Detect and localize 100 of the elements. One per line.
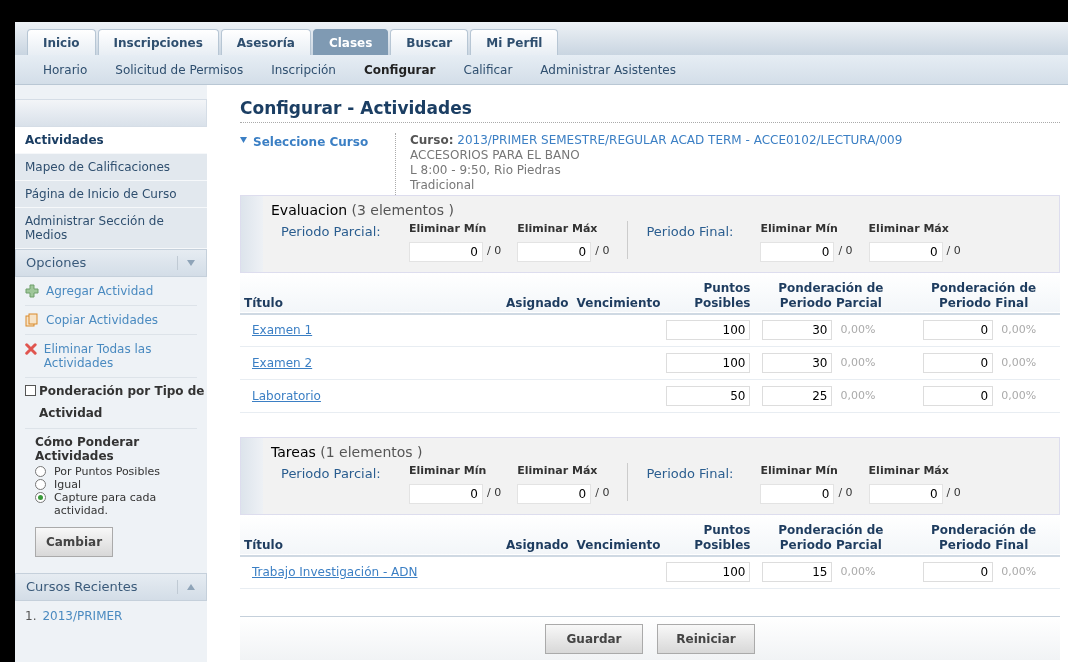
radio-button[interactable] bbox=[35, 479, 46, 490]
percentage: 0,00% bbox=[840, 354, 876, 371]
drop-label: Eliminar Mín bbox=[760, 463, 838, 479]
final-weight-input[interactable]: 0 bbox=[923, 386, 994, 406]
column-header: Ponderación de Periodo Parcial bbox=[777, 280, 885, 311]
nav-tab[interactable]: Inscripciones bbox=[97, 29, 219, 55]
list-number: 1. bbox=[25, 608, 37, 625]
points-input[interactable]: 100 bbox=[666, 562, 751, 583]
partial-weight-input[interactable]: 15 bbox=[762, 562, 833, 583]
nav-tab[interactable]: Mi Perfil bbox=[470, 29, 559, 55]
partial-weight-input[interactable]: 30 bbox=[762, 320, 833, 341]
activity-link[interactable]: Trabajo Investigación - ADN bbox=[252, 565, 418, 580]
drop-input[interactable]: 0 bbox=[409, 483, 483, 504]
nav-tab[interactable]: Buscar bbox=[390, 29, 469, 55]
subnav-link[interactable]: Administrar Asistentes bbox=[540, 60, 676, 79]
activity-link[interactable]: Laboratorio bbox=[252, 389, 321, 403]
column-header: Puntos Posibles bbox=[693, 280, 751, 311]
column-header: Ponderación de Periodo Final bbox=[930, 280, 1038, 311]
sidebar-item[interactable]: Administrar Sección de Medios bbox=[15, 208, 207, 249]
period-label: Periodo Final: bbox=[646, 223, 735, 241]
subnav-link[interactable]: Calificar bbox=[463, 60, 513, 79]
caret-icon[interactable] bbox=[240, 137, 247, 143]
course-detail: L 8:00 - 9:50, Rio Piedras bbox=[410, 163, 562, 178]
drop-total: / 0 bbox=[946, 243, 961, 260]
column-header: Puntos Posibles bbox=[693, 522, 751, 553]
column-header: Vencimiento bbox=[576, 295, 661, 311]
form-button[interactable]: Reiniciar bbox=[657, 623, 755, 654]
radio-button[interactable] bbox=[35, 466, 46, 477]
drop-label: Eliminar Máx bbox=[868, 221, 949, 237]
radio-label: Capture para cada actividad. bbox=[54, 491, 158, 517]
checkbox-label: Ponderación por Tipo de Actividad bbox=[39, 383, 206, 422]
delete-icon bbox=[25, 342, 37, 356]
subnav-link[interactable]: Configurar bbox=[363, 60, 436, 79]
percentage: 0,00% bbox=[840, 564, 876, 580]
radio-label: Por Puntos Posibles bbox=[54, 465, 160, 478]
course-detail: ACCESORIOS PARA EL BANO bbox=[410, 148, 581, 163]
partial-weight-input[interactable]: 25 bbox=[762, 386, 833, 406]
plus-icon bbox=[25, 284, 39, 298]
final-weight-input[interactable]: 0 bbox=[923, 320, 994, 341]
points-input[interactable]: 100 bbox=[666, 320, 751, 341]
sidebar-item[interactable]: Página de Inicio de Curso bbox=[15, 181, 207, 208]
drop-total: / 0 bbox=[595, 243, 610, 260]
section-title: Opciones bbox=[26, 254, 87, 273]
column-header: Título bbox=[244, 537, 283, 553]
drop-input[interactable]: 0 bbox=[517, 483, 592, 504]
drop-input[interactable]: 0 bbox=[760, 483, 835, 504]
expand-icon[interactable] bbox=[186, 583, 196, 591]
percentage: 0,00% bbox=[1001, 387, 1037, 404]
sidebar-item[interactable]: Actividades bbox=[15, 127, 207, 154]
radio-button[interactable] bbox=[35, 492, 46, 503]
column-header: Vencimiento bbox=[576, 537, 661, 553]
nav-tab[interactable]: Inicio bbox=[27, 29, 96, 55]
group-name: Evaluacion bbox=[271, 202, 348, 218]
course-detail: Tradicional bbox=[410, 178, 476, 193]
percentage: 0,00% bbox=[840, 387, 876, 404]
checkbox[interactable] bbox=[25, 385, 36, 396]
group-name: Tareas bbox=[271, 444, 316, 460]
activity-link[interactable]: Examen 1 bbox=[252, 323, 313, 338]
drop-total: / 0 bbox=[838, 485, 853, 502]
activity-link[interactable]: Examen 2 bbox=[252, 356, 313, 370]
period-label: Periodo Final: bbox=[646, 465, 735, 483]
partial-weight-input[interactable]: 30 bbox=[762, 353, 833, 373]
points-input[interactable]: 50 bbox=[666, 386, 751, 406]
drop-input[interactable]: 0 bbox=[868, 483, 943, 504]
percentage: 0,00% bbox=[840, 322, 876, 338]
sidebar-item[interactable]: Mapeo de Calificaciones bbox=[15, 154, 207, 181]
final-weight-input[interactable]: 0 bbox=[923, 353, 994, 373]
group-count: (3 elementos ) bbox=[351, 202, 454, 218]
change-button[interactable]: Cambiar bbox=[35, 527, 113, 557]
drop-input[interactable]: 0 bbox=[517, 241, 592, 262]
collapse-icon[interactable] bbox=[186, 259, 196, 267]
drop-total: / 0 bbox=[487, 485, 502, 502]
drop-total: / 0 bbox=[946, 485, 961, 502]
select-course-toggle[interactable]: Seleccione Curso bbox=[253, 133, 369, 151]
subnav-link[interactable]: Horario bbox=[43, 60, 88, 79]
drop-label: Eliminar Mín bbox=[409, 221, 487, 237]
group-count: (1 elementos ) bbox=[320, 444, 423, 460]
period-label: Periodo Parcial: bbox=[281, 223, 382, 241]
nav-tab[interactable]: Asesoría bbox=[220, 29, 311, 55]
form-button[interactable]: Guardar bbox=[545, 623, 643, 654]
drop-label: Eliminar Máx bbox=[517, 463, 598, 479]
drop-input[interactable]: 0 bbox=[409, 241, 483, 262]
drop-label: Eliminar Mín bbox=[760, 221, 838, 237]
course-label: Curso: bbox=[410, 133, 454, 147]
subnav-link[interactable]: Inscripción bbox=[271, 60, 336, 79]
course-value: 2013/PRIMER SEMESTRE/REGULAR ACAD TERM - ACCE0102/LECTURA/009 bbox=[457, 133, 903, 147]
drop-input[interactable]: 0 bbox=[760, 241, 835, 262]
drop-total: / 0 bbox=[595, 485, 610, 502]
subnav-link[interactable]: Solicitud de Permisos bbox=[115, 60, 244, 79]
drop-total: / 0 bbox=[487, 243, 502, 260]
drop-input[interactable]: 0 bbox=[868, 241, 943, 262]
radio-label: Igual bbox=[54, 478, 81, 491]
points-input[interactable]: 100 bbox=[666, 353, 751, 373]
percentage: 0,00% bbox=[1001, 564, 1037, 580]
column-header: Ponderación de Periodo Parcial bbox=[777, 522, 885, 553]
section-title: Cursos Recientes bbox=[26, 578, 138, 597]
final-weight-input[interactable]: 0 bbox=[923, 562, 994, 583]
drop-total: / 0 bbox=[838, 243, 853, 260]
weighting-title: Cómo Ponderar Actividades bbox=[35, 435, 141, 463]
drop-label: Eliminar Máx bbox=[868, 463, 949, 479]
